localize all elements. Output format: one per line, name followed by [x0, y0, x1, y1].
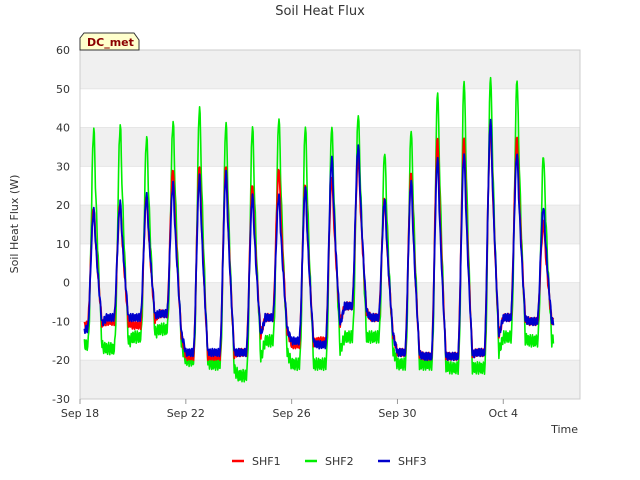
y-axis-title: Soil Heat Flux (W): [8, 175, 21, 274]
y-tick-label: 0: [63, 277, 70, 290]
y-tick-label: 50: [56, 83, 70, 96]
x-tick-label: Sep 30: [378, 407, 416, 420]
x-tick-label: Oct 4: [489, 407, 519, 420]
y-tick-label: -10: [52, 315, 70, 328]
grid-band: [80, 50, 580, 89]
legend-label-shf2: SHF2: [325, 455, 354, 468]
legend-label-shf3: SHF3: [398, 455, 427, 468]
legend: SHF1 SHF2 SHF3: [232, 455, 427, 468]
x-axis: Sep 18 Sep 22 Sep 26 Sep 30 Oct 4: [61, 399, 518, 420]
grid-band: [80, 360, 580, 399]
y-tick-label: 30: [56, 160, 70, 173]
station-badge: DC_met: [79, 32, 140, 51]
y-tick-label: -30: [52, 393, 70, 406]
chart-title: Soil Heat Flux: [275, 4, 365, 19]
soil-heat-flux-chart: Soil Heat Flux -30 -20 -10 0 10 20 30 40 50 60 Se…: [8, 4, 581, 468]
x-tick-label: Sep 26: [273, 407, 311, 420]
y-axis: -30 -20 -10 0 10 20 30 40 50 60: [52, 44, 70, 406]
station-label: DC_met: [87, 36, 134, 49]
x-tick-label: Sep 22: [167, 407, 205, 420]
y-tick-label: 60: [56, 44, 70, 57]
y-tick-label: 40: [56, 122, 70, 135]
y-tick-label: 20: [56, 199, 70, 212]
x-tick-label: Sep 18: [61, 407, 99, 420]
y-tick-label: 10: [56, 238, 70, 251]
legend-label-shf1: SHF1: [252, 455, 281, 468]
y-tick-label: -20: [52, 354, 70, 367]
x-axis-title: Time: [550, 423, 578, 436]
